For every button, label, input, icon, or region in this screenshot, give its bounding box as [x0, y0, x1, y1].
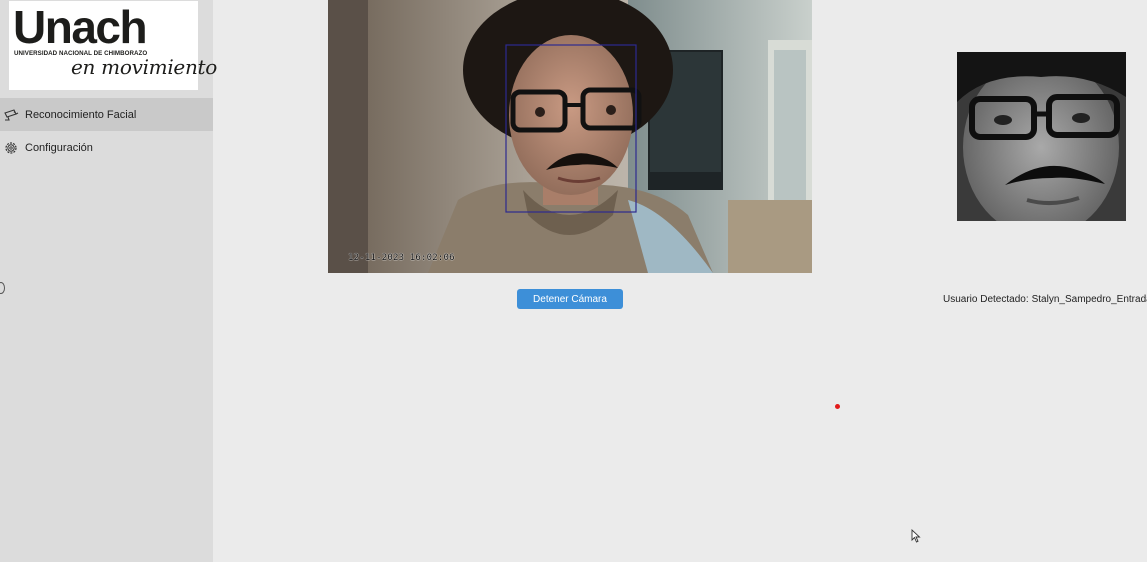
- sidebar-item-configuracion[interactable]: Configuración: [0, 131, 213, 164]
- detected-user-value: Stalyn_Sampedro_Entrada: [1031, 294, 1147, 305]
- sidebar: Unach UNIVERSIDAD NACIONAL DE CHIMBORAZO…: [0, 0, 217, 562]
- logo-wordmark: Unach: [13, 1, 148, 53]
- camera-frame-image: [328, 0, 812, 273]
- sidebar-item-label: Reconocimiento Facial: [25, 108, 137, 121]
- gear-icon: [5, 141, 17, 154]
- unach-logo: Unach UNIVERSIDAD NACIONAL DE CHIMBORAZO…: [9, 1, 217, 90]
- sidebar-item-reconocimiento-facial[interactable]: Reconocimiento Facial: [0, 98, 213, 131]
- stop-camera-button[interactable]: Detener Cámara: [517, 289, 623, 309]
- security-camera-icon: [4, 108, 19, 121]
- status-dot: [835, 404, 840, 409]
- mouse-cursor-icon: [911, 529, 921, 543]
- detected-user-label: Usuario Detectado:: [943, 294, 1029, 305]
- camera-feed: 12-11-2023 16:02:06: [328, 0, 812, 273]
- camera-timestamp: 12-11-2023 16:02:06: [348, 253, 455, 263]
- detected-face-photo: [957, 52, 1126, 221]
- collapse-handle-icon[interactable]: [0, 282, 5, 294]
- logo-slogan: en movimiento: [71, 55, 218, 79]
- detected-user-status: Usuario Detectado: Stalyn_Sampedro_Entrad…: [943, 294, 1147, 305]
- detected-face-image: [957, 52, 1126, 221]
- sidebar-item-label: Configuración: [25, 141, 93, 154]
